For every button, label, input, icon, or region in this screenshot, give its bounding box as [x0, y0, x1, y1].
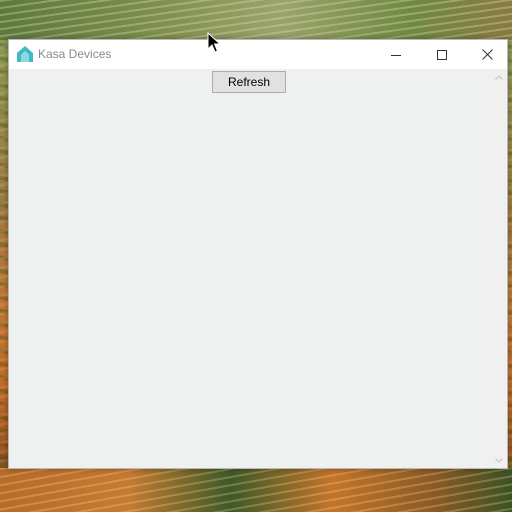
minimize-button[interactable]: [373, 40, 419, 69]
kasa-house-icon: [17, 46, 33, 62]
minimize-icon: [391, 54, 401, 56]
wallpaper-bottom: [0, 468, 512, 512]
vertical-scrollbar[interactable]: [491, 69, 507, 468]
scroll-up-button[interactable]: [491, 69, 507, 85]
scroll-track[interactable]: [491, 85, 507, 452]
close-button[interactable]: [464, 40, 510, 69]
device-list-area: Refresh: [9, 69, 507, 468]
refresh-button[interactable]: Refresh: [212, 71, 286, 93]
app-window: Kasa Devices Refresh: [8, 39, 508, 469]
maximize-button[interactable]: [419, 40, 465, 69]
wallpaper-top: [0, 0, 512, 40]
mouse-pointer-icon: [207, 32, 221, 53]
close-icon: [481, 49, 493, 60]
title-bar[interactable]: Kasa Devices: [9, 40, 507, 69]
maximize-icon: [437, 49, 447, 60]
chevron-down-icon: [495, 457, 503, 463]
chevron-up-icon: [495, 74, 503, 80]
scroll-down-button[interactable]: [491, 452, 507, 468]
window-title: Kasa Devices: [38, 47, 112, 61]
